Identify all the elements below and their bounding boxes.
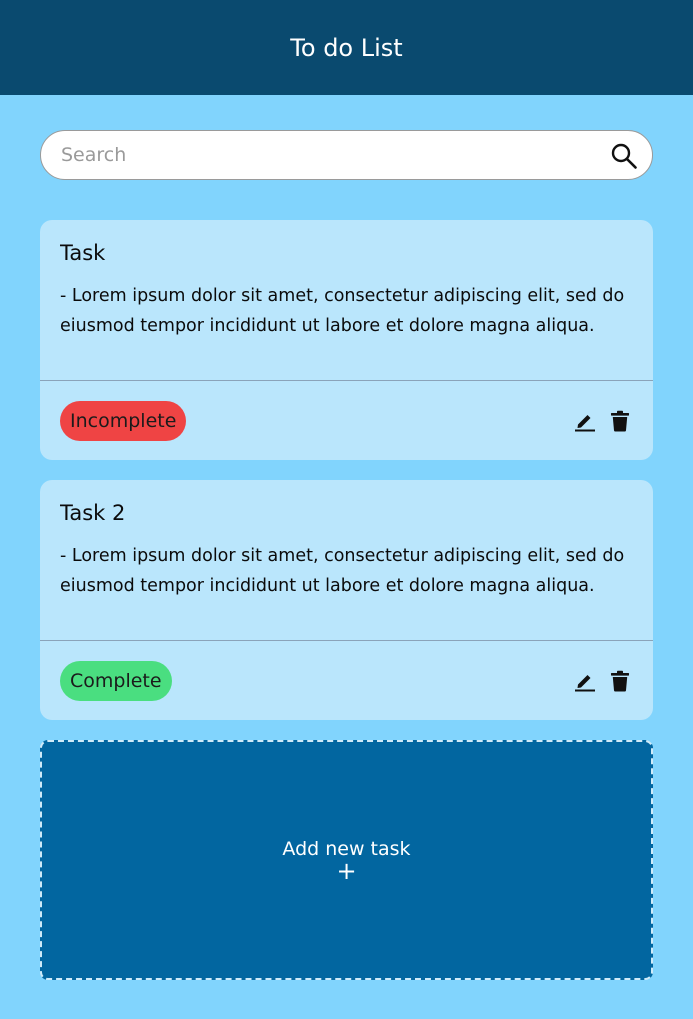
page-title: To do List xyxy=(290,33,403,62)
status-badge[interactable]: Complete xyxy=(60,661,172,701)
search-bar[interactable] xyxy=(40,130,653,180)
task-description: - Lorem ipsum dolor sit amet, consectetu… xyxy=(60,286,625,336)
task-description: - Lorem ipsum dolor sit amet, consectetu… xyxy=(60,546,625,596)
pencil-icon[interactable] xyxy=(574,670,596,692)
task-title: Task xyxy=(60,241,106,265)
task-content: Task - Lorem ipsum dolor sit amet, conse… xyxy=(60,240,629,359)
task-content: Task 2 - Lorem ipsum dolor sit amet, con… xyxy=(60,500,629,619)
search-icon[interactable] xyxy=(610,142,638,170)
task-card: Task 2 - Lorem ipsum dolor sit amet, con… xyxy=(40,480,653,720)
card-divider xyxy=(40,380,653,381)
add-task-button[interactable]: Add new task + xyxy=(40,740,653,980)
status-badge[interactable]: Incomplete xyxy=(60,401,187,441)
search-input[interactable] xyxy=(61,131,601,179)
task-title: Task 2 xyxy=(60,501,126,525)
app-header: To do List xyxy=(0,0,693,95)
task-card: Task - Lorem ipsum dolor sit amet, conse… xyxy=(40,220,653,460)
plus-icon: + xyxy=(336,857,357,885)
card-divider xyxy=(40,640,653,641)
trash-icon[interactable] xyxy=(609,410,631,432)
trash-icon[interactable] xyxy=(609,670,631,692)
pencil-icon[interactable] xyxy=(574,410,596,432)
